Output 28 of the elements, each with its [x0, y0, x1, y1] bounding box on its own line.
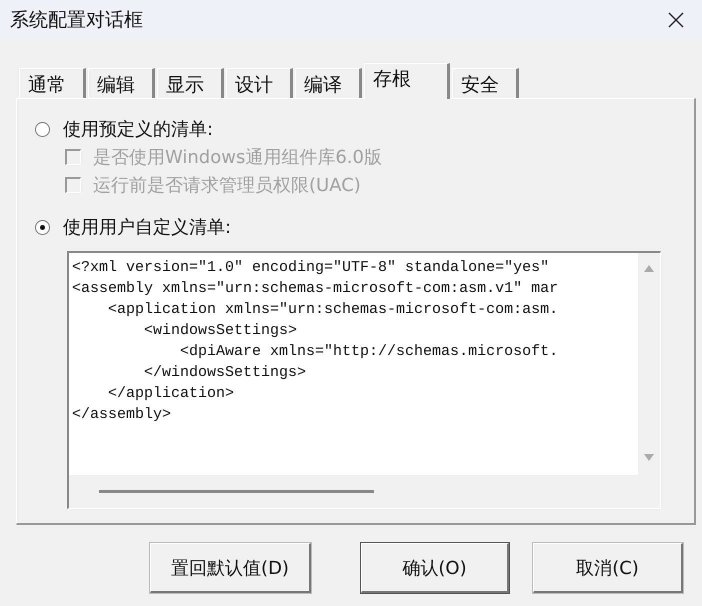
horizontal-scrollbar-thumb[interactable]	[99, 490, 374, 493]
radio-label: 使用预定义的清单:	[63, 118, 214, 141]
tab[interactable]: 通常	[19, 68, 86, 98]
code-line: <assembly xmlns="urn:schemas-microsoft-com:asm.v1" mar	[72, 279, 558, 299]
code-line: <dpiAware xmlns="http://schemas.microsoft.	[179, 342, 558, 362]
radio-button[interactable]	[35, 220, 50, 234]
window-title: 系统配置对话框	[10, 8, 143, 33]
checkbox-label: 是否使用Windows通用组件库6.0版	[93, 146, 382, 169]
code-line: <?xml version="1.0" encoding="UTF-8" standalone="yes"	[72, 258, 550, 278]
tab[interactable]: 编译	[295, 68, 362, 98]
tab[interactable]: 设计	[226, 68, 293, 98]
radio-label: 使用用户自定义清单:	[63, 216, 232, 239]
dialog-button[interactable]: 取消(C)	[533, 543, 683, 593]
close-icon[interactable]	[668, 12, 684, 28]
radio-button[interactable]	[35, 122, 50, 136]
checkbox-label: 运行前是否请求管理员权限(UAC)	[93, 174, 361, 197]
tab[interactable]: 显示	[157, 68, 224, 98]
code-line: </assembly>	[72, 405, 172, 425]
code-editor[interactable]	[67, 251, 661, 509]
code-line: </application>	[107, 384, 234, 404]
code-line: </windowsSettings>	[143, 363, 306, 383]
tab[interactable]: 编辑	[88, 68, 155, 98]
tab[interactable]: 存根	[364, 63, 450, 99]
code-line: <windowsSettings>	[143, 321, 298, 341]
dialog-button[interactable]: 置回默认值(D)	[150, 543, 311, 593]
code-line: <application xmlns="urn:schemas-microsoft-com:asm.	[107, 300, 558, 320]
dialog-button[interactable]: 确认(O)	[361, 543, 509, 593]
tab[interactable]: 安全	[452, 68, 519, 98]
